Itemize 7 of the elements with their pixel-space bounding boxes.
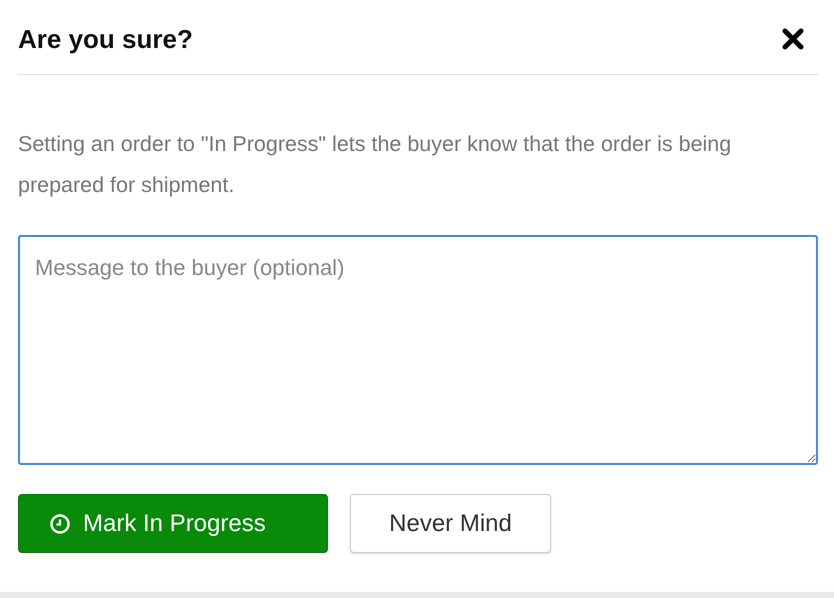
dialog-message: Setting an order to "In Progress" lets the buyer know that the order is being prepared for shipment. — [18, 131, 732, 199]
close-icon[interactable] — [782, 28, 804, 50]
mark-in-progress-button[interactable]: Mark In Progress — [18, 494, 328, 553]
message-field[interactable]: Message to the buyer (optional) — [18, 235, 818, 465]
clock-icon — [49, 512, 71, 534]
dialog-title: Are you sure? — [18, 24, 193, 54]
never-mind-button[interactable]: Never Mind — [350, 494, 551, 553]
